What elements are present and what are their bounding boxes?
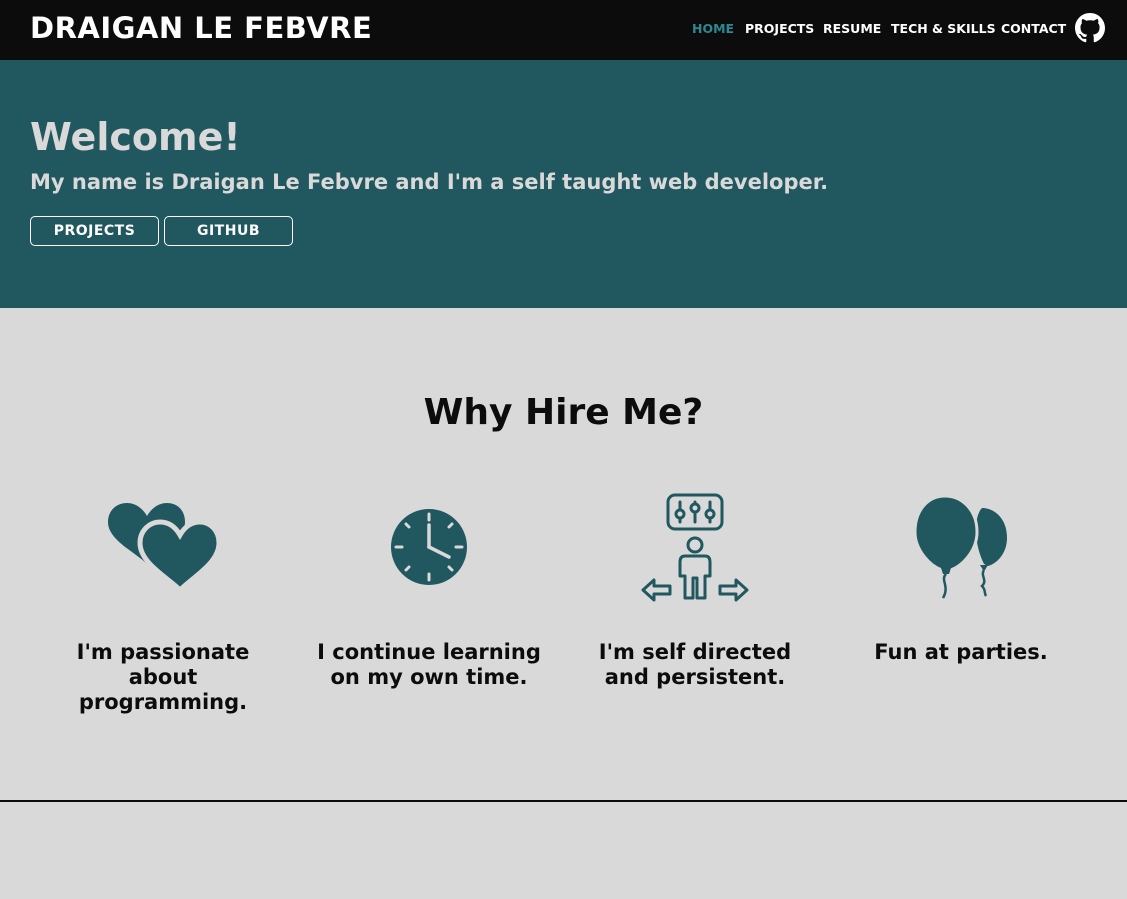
nav-projects[interactable]: PROJECTS	[745, 21, 814, 36]
self-directed-icon	[641, 493, 749, 602]
brand-title[interactable]: DRAIGAN LE FEBVRE	[30, 11, 372, 45]
hero-title: Welcome!	[30, 115, 241, 159]
feature-learning: I continue learning on my own time.	[317, 640, 541, 689]
github-icon[interactable]	[1075, 13, 1105, 43]
clock-icon	[391, 509, 467, 585]
balloons-icon	[913, 494, 1007, 599]
hero-subtitle: My name is Draigan Le Febvre and I'm a s…	[30, 170, 829, 194]
feature-self-directed: I'm self directed and persistent.	[598, 640, 792, 689]
nav-tech-skills[interactable]: TECH & SKILLS	[891, 21, 996, 36]
section-title: Why Hire Me?	[423, 392, 704, 433]
github-button[interactable]: GITHUB	[164, 216, 293, 246]
nav-contact[interactable]: CONTACT	[1001, 21, 1066, 36]
navbar: DRAIGAN LE FEBVRE HOME PROJECTS RESUME T…	[0, 0, 1127, 60]
nav-resume[interactable]: RESUME	[823, 21, 881, 36]
section-divider	[0, 800, 1127, 802]
projects-button[interactable]: PROJECTS	[30, 216, 159, 246]
nav-home[interactable]: HOME	[692, 21, 734, 36]
hearts-icon	[108, 503, 220, 592]
feature-passionate: I'm passionate about programming.	[76, 640, 250, 714]
feature-fun: Fun at parties.	[874, 640, 1048, 664]
hero-section: Welcome! My name is Draigan Le Febvre an…	[0, 60, 1127, 308]
